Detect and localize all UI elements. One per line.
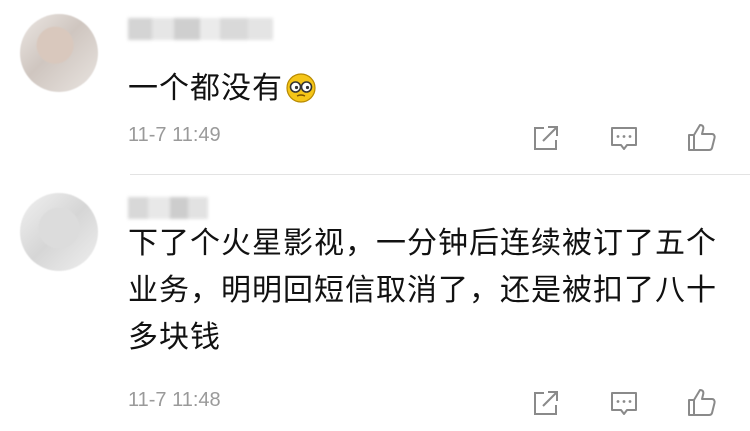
like-button[interactable] [682, 118, 722, 158]
username-blurred[interactable] [128, 18, 273, 40]
thumbs-up-icon [688, 389, 716, 416]
comment-meta: 11-7 11:48 [128, 383, 750, 423]
comment-body: 下了个火星影视，一分钟后连续被订了五个业务，明明回短信取消了，还是被扣了八十多块… [128, 226, 717, 355]
share-button[interactable] [526, 383, 566, 423]
share-button[interactable] [526, 118, 566, 158]
thumbs-up-icon [688, 124, 716, 151]
share-icon [534, 126, 558, 150]
like-button[interactable] [682, 383, 722, 423]
comment-text: 下了个火星影视，一分钟后连续被订了五个业务，明明回短信取消了，还是被扣了八十多块… [128, 220, 720, 361]
reply-button[interactable] [604, 118, 644, 158]
avatar[interactable] [20, 14, 98, 92]
comment-item: 下了个火星影视，一分钟后连续被订了五个业务，明明回短信取消了，还是被扣了八十多块… [0, 175, 750, 431]
timestamp: 11-7 11:48 [128, 389, 221, 411]
comment-icon [611, 127, 637, 150]
comment-icon [611, 392, 637, 415]
timestamp: 11-7 11:49 [128, 124, 221, 146]
reply-button[interactable] [604, 383, 644, 423]
comment-meta: 11-7 11:49 [128, 118, 750, 158]
comment-body: 一个都没有 [128, 71, 283, 106]
comment-item: 一个都没有 11-7 11:49 [0, 0, 750, 174]
comment-text: 一个都没有 [128, 65, 720, 112]
avatar[interactable] [20, 193, 98, 271]
username-blurred[interactable] [128, 197, 208, 219]
share-icon [534, 391, 558, 415]
comment-list: 一个都没有 11-7 11:49 下了个火星影视，一分钟后连续被订了五个业务，明… [0, 0, 750, 431]
glasses-face-emoji-icon [286, 73, 316, 103]
